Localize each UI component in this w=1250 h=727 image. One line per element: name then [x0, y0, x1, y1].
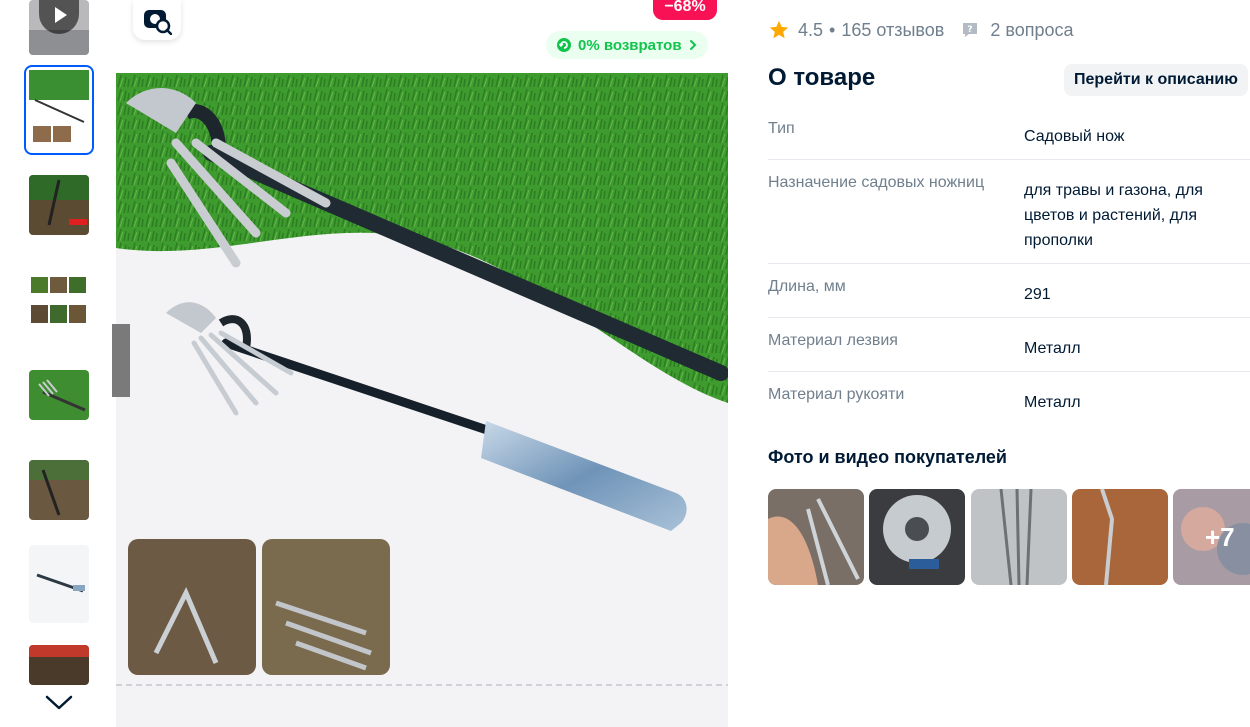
thumbnail-2[interactable]	[29, 175, 89, 235]
thumbnail-1[interactable]	[24, 65, 94, 155]
thumbnail-image	[29, 370, 89, 420]
spec-value: Металл	[1024, 340, 1081, 357]
customer-photo[interactable]	[768, 489, 864, 585]
chevron-right-icon	[689, 40, 696, 50]
rating-score: 4.5	[798, 19, 824, 40]
spec-row: Длина, мм 291	[768, 264, 1250, 318]
svg-text:?: ?	[968, 25, 973, 35]
thumbnail-image	[29, 175, 89, 235]
spec-key: Материал рукояти	[768, 386, 905, 403]
customer-photo[interactable]	[1072, 489, 1168, 585]
spec-key: Тип	[768, 120, 795, 137]
product-photo	[116, 73, 728, 686]
rating-summary: 4.5 • 165 отзывов ? 2 вопроса	[768, 18, 1074, 42]
thumbnail-image	[29, 545, 89, 623]
questions-link[interactable]: 2 вопроса	[990, 20, 1073, 41]
question-icon: ?	[963, 23, 978, 37]
thumbnail-image	[29, 70, 89, 150]
customer-photo-image	[869, 489, 965, 585]
spec-row: Тип Садовый нож	[768, 106, 1250, 160]
customer-photo[interactable]	[869, 489, 965, 585]
customer-photo[interactable]	[971, 489, 1067, 585]
star-icon	[769, 20, 789, 39]
image-scroll-handle[interactable]	[112, 324, 130, 397]
spec-key: Материал лезвия	[768, 332, 898, 349]
customer-media-title: Фото и видео покупателей	[768, 447, 1007, 467]
main-product-image[interactable]	[116, 73, 728, 727]
spec-row: Назначение садовых ножниц для травы и га…	[768, 160, 1250, 264]
customer-photo-image	[971, 489, 1067, 585]
thumbnail-6[interactable]	[29, 545, 89, 623]
spec-value: для травы и газона, для цветов и растени…	[1024, 182, 1203, 249]
returns-icon	[557, 38, 571, 52]
spec-value: Металл	[1024, 394, 1081, 411]
returns-label: 0% возвратов	[578, 36, 682, 54]
thumbnail-3[interactable]	[29, 263, 89, 335]
specs-table: Тип Садовый нож Назначение садовых ножни…	[768, 106, 1250, 425]
thumbnail-video[interactable]	[29, 0, 89, 55]
spec-key: Длина, мм	[768, 278, 846, 295]
customer-photo-more[interactable]: +7	[1173, 489, 1250, 585]
about-title: О товаре	[768, 64, 876, 91]
customer-photo-image	[768, 489, 864, 585]
chevron-down-icon[interactable]	[44, 690, 74, 714]
thumbnail-column	[0, 0, 116, 727]
thumbnail-7[interactable]	[29, 645, 89, 685]
spec-value: 291	[1024, 286, 1051, 303]
thumbnail-5[interactable]	[29, 460, 89, 520]
thumbnail-4[interactable]	[29, 370, 89, 420]
spec-row: Материал лезвия Металл	[768, 318, 1250, 372]
go-to-description-button[interactable]: Перейти к описанию	[1064, 64, 1248, 96]
reviews-link[interactable]: 165 отзывов	[841, 20, 944, 41]
discount-badge: −68%	[653, 0, 717, 20]
search-by-photo-button[interactable]	[133, 0, 181, 40]
spec-value: Садовый нож	[1024, 128, 1125, 145]
rating-separator: •	[829, 19, 836, 40]
camera-search-icon	[144, 10, 172, 35]
customer-photo-image	[1072, 489, 1168, 585]
thumbnail-image	[29, 645, 89, 685]
more-photos-count: +7	[1173, 489, 1250, 585]
spec-row: Материал рукояти Металл	[768, 372, 1250, 425]
thumbnail-image	[29, 263, 89, 335]
customer-media-gallery: +7	[768, 489, 1250, 585]
returns-badge[interactable]: 0% возвратов	[546, 31, 708, 59]
thumbnail-image	[29, 460, 89, 520]
spec-key: Назначение садовых ножниц	[768, 174, 985, 191]
